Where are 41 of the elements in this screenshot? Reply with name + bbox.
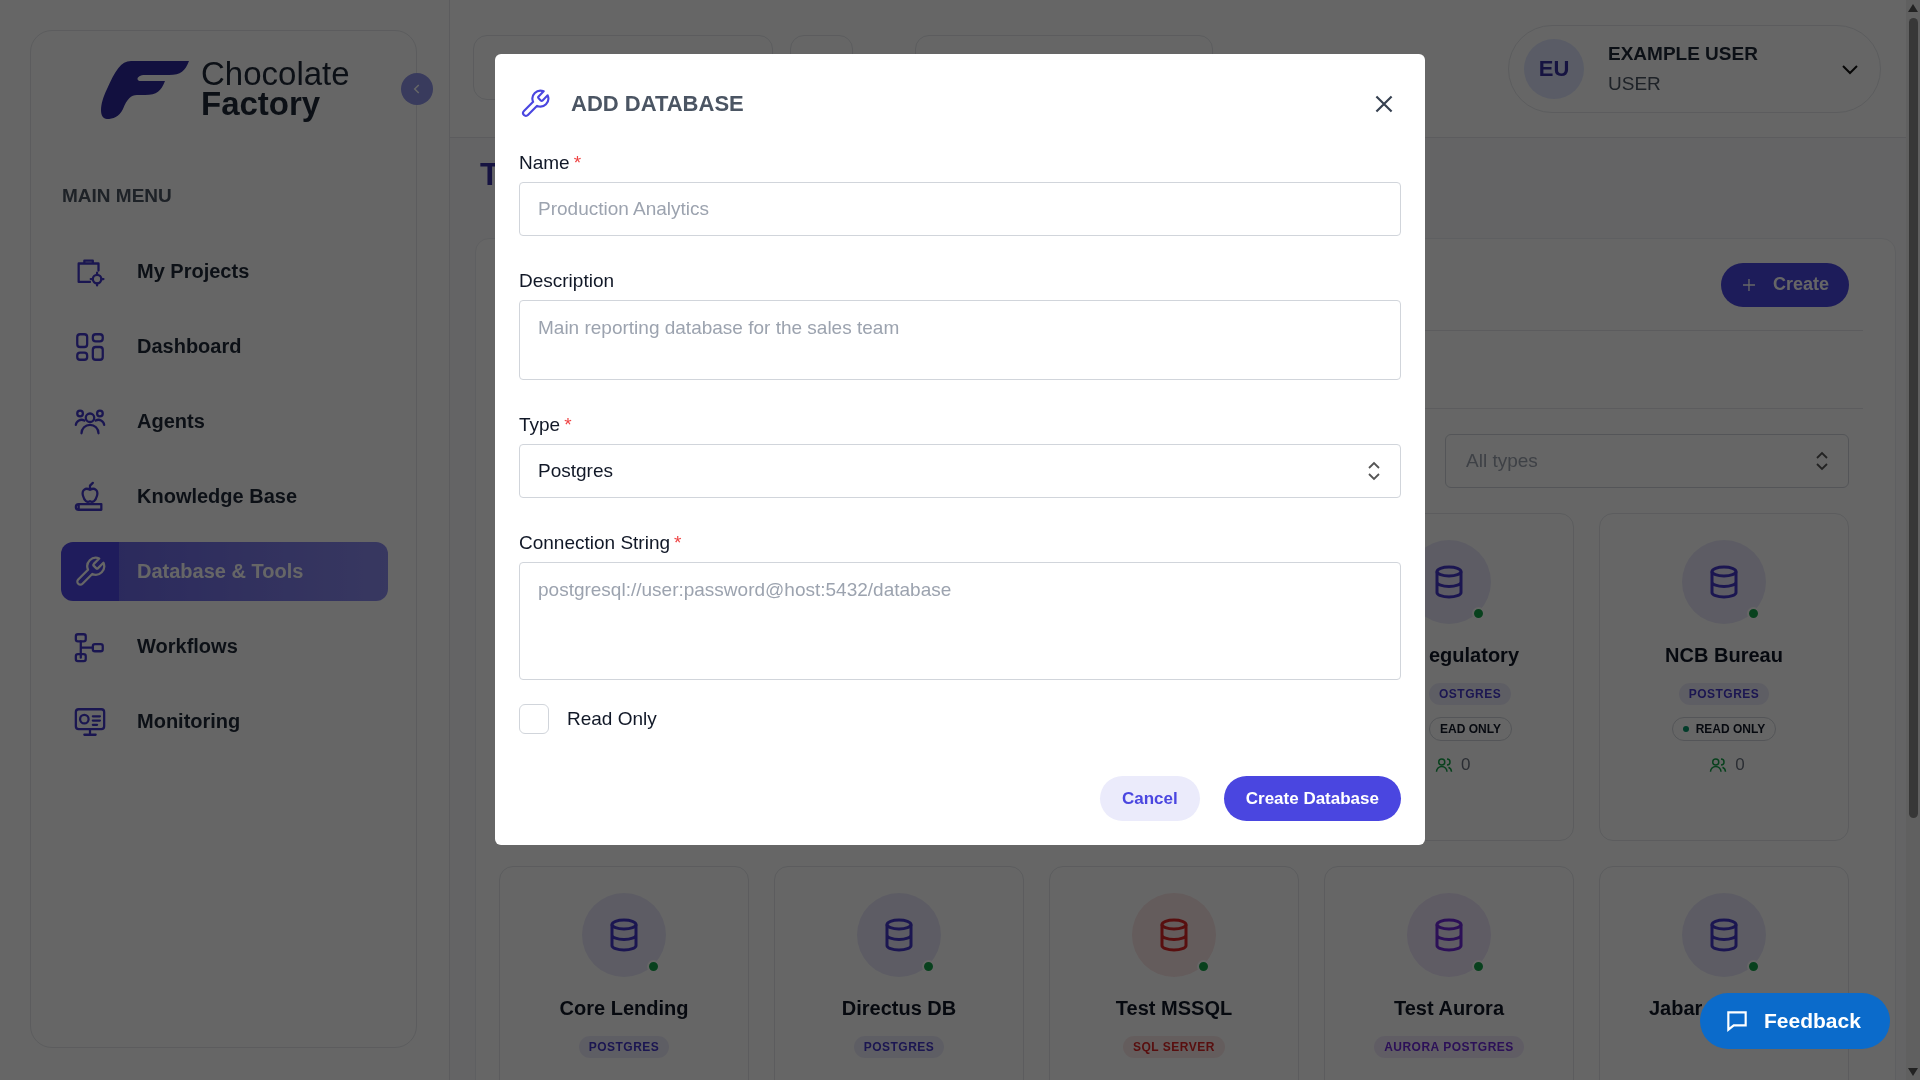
user-avatar: EU [1524,39,1584,99]
dialog-title: ADD DATABASE [571,91,745,117]
field-label: Connection String [519,532,671,554]
database-card[interactable]: Test Aurora AURORA POSTGRES [1324,866,1574,1080]
cancel-button[interactable]: Cancel [1100,776,1200,821]
database-name: Test MSSQL [1115,997,1233,1020]
database-name: Jabar [1649,997,1703,1020]
database-name: Core Lending [559,997,689,1020]
required-mark: * [674,532,682,554]
database-card[interactable]: Test MSSQL SQL SERVER [1049,866,1299,1080]
checkbox-label: Read Only [567,708,657,730]
name-input[interactable]: Production Analytics [519,182,1401,236]
user-role: USER [1608,73,1662,95]
menu-section-title: MAIN MENU [62,185,173,207]
user-count: 0 [1735,755,1745,775]
text-area[interactable]: postgresql://user:password@host:5432/database [519,562,1401,680]
sidebar-item[interactable]: My Projects [61,242,388,301]
database-name: Test Aurora [1394,997,1504,1020]
logo-text: Chocolate [201,59,350,89]
database-name: Directus DB [841,997,957,1020]
user-count: 0 [1461,755,1471,775]
create-database-button[interactable]: Create Database [1223,776,1401,821]
sidebar-item[interactable]: Agents [61,392,388,451]
type-select[interactable]: Postgres [519,444,1401,498]
database-name: egulatory [1429,644,1520,667]
database-card[interactable]: Directus DB POSTGRES [774,866,1024,1080]
required-mark: * [573,152,582,174]
field-label: Type [519,414,561,436]
text-area[interactable]: Main reporting database for the sales team [519,300,1401,380]
field-label: Description [519,270,615,292]
sidebar-item[interactable]: Workflows [61,617,388,676]
create-button[interactable]: Create [1721,262,1849,307]
sidebar-item[interactable]: Monitoring [61,692,388,751]
database-name: NCB Bureau [1665,644,1783,667]
database-card[interactable]: Core Lending POSTGRES [499,866,749,1080]
sidebar-item[interactable]: Knowledge Base [61,467,388,526]
database-card[interactable]: NCB Bureau POSTGRES READ ONLY 0 [1599,513,1849,841]
field-label: Name [519,152,570,174]
sidebar-item[interactable]: Dashboard [61,317,388,376]
user-name: EXAMPLE USER [1608,43,1759,65]
required-mark: * [564,414,572,436]
